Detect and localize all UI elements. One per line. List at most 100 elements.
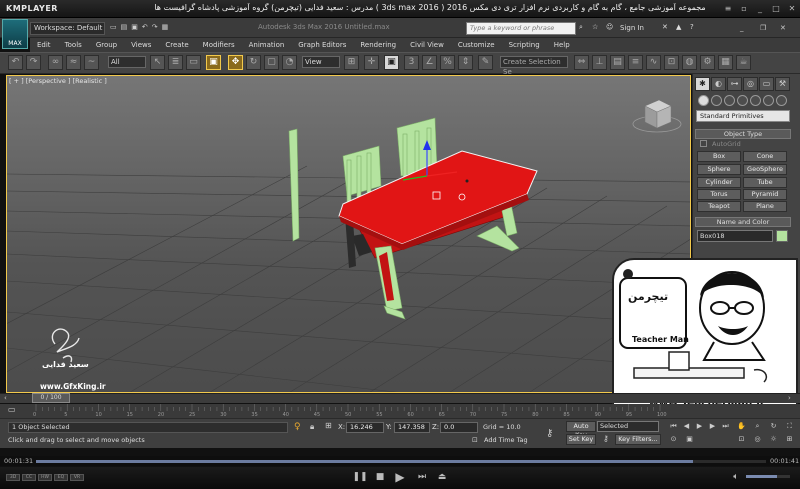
user-icon[interactable]: ☺ <box>606 23 613 31</box>
walk-through-icon[interactable]: ☼ <box>768 435 779 445</box>
box-button[interactable]: Box <box>697 151 741 162</box>
torus-button[interactable]: Torus <box>697 189 741 200</box>
player-next-icon[interactable]: ⏭ <box>414 470 430 484</box>
window-crossing-icon[interactable]: ▣ <box>206 55 221 70</box>
viewport-label[interactable]: [ + ] [Perspective ] [Realistic ] <box>9 77 107 85</box>
viewcube[interactable] <box>632 99 682 133</box>
object-color-swatch[interactable] <box>776 230 788 242</box>
a360-icon[interactable]: ▲ <box>676 23 681 31</box>
new-file-icon[interactable]: ▭ <box>110 23 117 31</box>
player-close-icon[interactable]: ✕ <box>786 3 798 14</box>
autogrid-checkbox[interactable] <box>700 140 707 147</box>
sign-in-button[interactable]: Sign In <box>620 24 644 32</box>
player-menu-icon[interactable]: ≡ <box>722 3 734 14</box>
x-coordinate-field[interactable]: 16.246 <box>346 422 384 433</box>
material-editor-icon[interactable]: ◍ <box>682 55 697 70</box>
time-slider[interactable] <box>0 393 800 403</box>
play-animation-icon[interactable]: ▶ <box>694 422 705 432</box>
select-manipulate-icon[interactable]: ✛ <box>364 55 379 70</box>
scene-explorer-icon[interactable]: ▤ <box>610 55 625 70</box>
infocenter-icon[interactable]: ☆ <box>592 23 598 31</box>
search-icon[interactable]: ⌕ <box>579 23 583 32</box>
set-key-button[interactable]: Set Key <box>566 434 596 445</box>
move-tool-icon[interactable]: ✥ <box>228 55 243 70</box>
slider-prev-icon[interactable]: ‹ <box>4 394 7 402</box>
volume-icon[interactable]: 🔈︎ <box>728 470 744 484</box>
rendered-frame-icon[interactable]: ▦ <box>718 55 733 70</box>
menu-group[interactable]: Group <box>89 38 124 52</box>
previous-frame-icon[interactable]: ◀ <box>681 422 692 432</box>
perspective-viewport[interactable] <box>6 75 691 393</box>
select-object-icon[interactable]: ↖ <box>150 55 165 70</box>
utilities-tab[interactable]: ⚒ <box>775 77 790 91</box>
player-eject-icon[interactable]: ⏏ <box>434 470 450 484</box>
menu-help[interactable]: Help <box>547 38 577 52</box>
link-icon[interactable]: ∞ <box>48 55 63 70</box>
primitive-category-dropdown[interactable]: Standard Primitives <box>696 110 790 122</box>
player-maximize-icon[interactable]: □ <box>770 3 782 14</box>
mirror-icon[interactable]: ⇔ <box>574 55 589 70</box>
app-minimize-icon[interactable]: _ <box>740 24 744 32</box>
key-filter-icon[interactable]: ⚷ <box>603 434 609 443</box>
field-of-view-icon[interactable]: ◎ <box>752 435 763 445</box>
y-coordinate-field[interactable]: 147.358 <box>394 422 430 433</box>
named-selection-dropdown[interactable]: Create Selection Se <box>500 56 568 76</box>
menu-graph-editors[interactable]: Graph Editors <box>291 38 353 52</box>
player-chip-4[interactable]: EQ <box>54 474 68 481</box>
selection-lock-icon[interactable]: 🔒︎ <box>310 422 314 432</box>
redo-tool-icon[interactable]: ↷ <box>26 55 41 70</box>
menu-tools[interactable]: Tools <box>58 38 89 52</box>
player-play-icon[interactable]: ▶ <box>392 470 408 484</box>
name-color-rollout[interactable]: Name and Color <box>695 217 791 227</box>
time-slider-thumb[interactable]: 0 / 100 <box>32 393 70 403</box>
orbit-icon[interactable]: ↻ <box>768 422 779 432</box>
z-coordinate-field[interactable]: 0.0 <box>440 422 478 433</box>
pivot-center-icon[interactable]: ⊞ <box>344 55 359 70</box>
modify-tab[interactable]: ◐ <box>711 77 726 91</box>
green-post[interactable] <box>288 128 300 242</box>
next-frame-icon[interactable]: ▶ <box>707 422 718 432</box>
lights-icon[interactable] <box>724 95 735 106</box>
redo-icon[interactable]: ↷ <box>152 23 158 31</box>
geometry-icon[interactable] <box>698 95 709 106</box>
slider-next-icon[interactable]: › <box>788 394 791 402</box>
volume-slider[interactable] <box>746 475 790 478</box>
auto-key-button[interactable]: Auto Key <box>566 421 596 439</box>
player-chip-2[interactable]: CC <box>22 474 36 481</box>
curve-editor-icon[interactable]: ∿ <box>646 55 661 70</box>
player-stop-icon[interactable]: ■ <box>372 470 388 484</box>
menu-create[interactable]: Create <box>158 38 195 52</box>
save-file-icon[interactable]: ▣ <box>131 23 138 31</box>
undo-icon[interactable]: ↶ <box>142 23 148 31</box>
motion-tab[interactable]: ◎ <box>743 77 758 91</box>
menu-views[interactable]: Views <box>124 38 158 52</box>
align-icon[interactable]: ⊥ <box>592 55 607 70</box>
workspace-dropdown[interactable]: Workspace: Default <box>30 22 105 35</box>
render-production-icon[interactable]: ☕ <box>736 55 751 70</box>
menu-edit[interactable]: Edit <box>30 38 58 52</box>
time-tag-icon[interactable]: ⊡ <box>472 436 478 444</box>
isolate-selection-icon[interactable]: ♀ <box>294 422 301 432</box>
undo-tool-icon[interactable]: ↶ <box>8 55 23 70</box>
schematic-view-icon[interactable]: ⊡ <box>664 55 679 70</box>
tube-button[interactable]: Tube <box>743 177 787 188</box>
render-setup-icon[interactable]: ⚙ <box>700 55 715 70</box>
reference-coordinate-dropdown[interactable]: View <box>302 56 340 68</box>
place-tool-icon[interactable]: ◔ <box>282 55 297 70</box>
search-input[interactable]: Type a keyword or phrase <box>466 22 576 35</box>
menu-civil-view[interactable]: Civil View <box>403 38 451 52</box>
menu-scripting[interactable]: Scripting <box>502 38 547 52</box>
key-icon[interactable]: ⚷ <box>546 428 553 439</box>
object-type-rollout[interactable]: Object Type <box>695 129 791 139</box>
app-logo-button[interactable]: MAX <box>2 19 28 49</box>
pyramid-button[interactable]: Pyramid <box>743 189 787 200</box>
geosphere-button[interactable]: GeoSphere <box>743 164 787 175</box>
rotate-tool-icon[interactable]: ↻ <box>246 55 261 70</box>
player-minimize-icon[interactable]: _ <box>754 3 766 14</box>
menu-animation[interactable]: Animation <box>242 38 292 52</box>
keyboard-shortcut-icon[interactable]: ▣ <box>384 55 399 70</box>
select-by-name-icon[interactable]: ≣ <box>168 55 183 70</box>
create-tab[interactable]: ✱ <box>695 77 710 91</box>
menu-rendering[interactable]: Rendering <box>353 38 403 52</box>
help-icon[interactable]: ? <box>690 23 694 31</box>
